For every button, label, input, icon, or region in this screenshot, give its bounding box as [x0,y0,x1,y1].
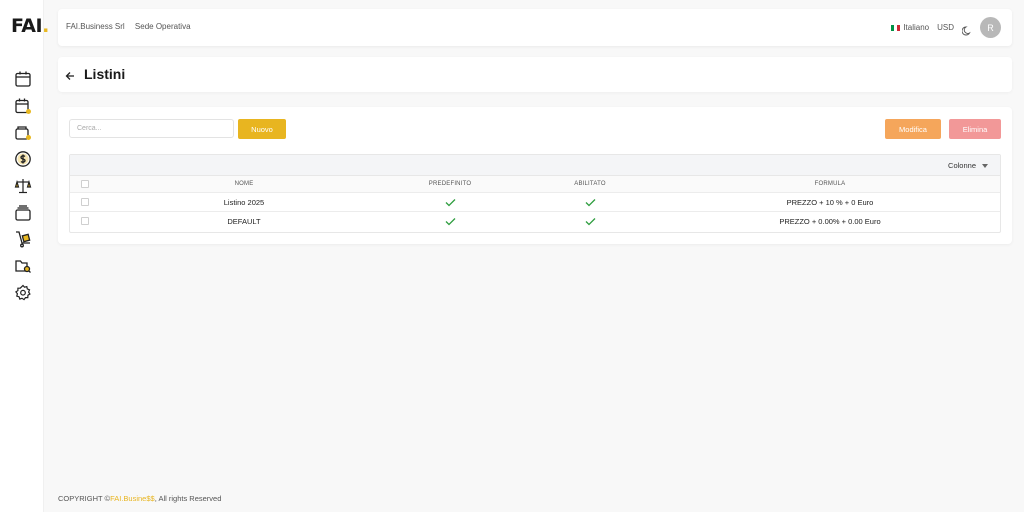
hand-truck-icon[interactable] [14,230,32,248]
dark-mode-icon[interactable] [961,23,972,35]
avatar[interactable]: R [980,17,1001,38]
footer: COPYRIGHT ©FAI.Busine$$, All rights Rese… [58,494,221,503]
scales-icon[interactable] [14,177,32,195]
cell-formula: PREZZO + 0.00% + 0.00 Euro [779,217,881,226]
table-row[interactable]: DEFAULT PREZZO + 0.00% + 0.00 Euro [70,212,1000,231]
gear-icon[interactable] [14,284,32,302]
logo-text: FAI [11,15,43,37]
search-input[interactable] [69,119,234,138]
row-checkbox[interactable] [81,198,89,206]
table-toolbar: Colonne [70,155,1000,176]
price-list-table: Colonne NOME PREDEFINITO ABILITATO FORMU… [69,154,1001,233]
check-icon [585,218,595,226]
dollar-coin-icon[interactable] [14,150,32,168]
copyright-suffix: , All rights Reserved [154,494,222,503]
cell-abilitato [530,193,650,211]
calendar-icon[interactable] [14,70,32,88]
stack-icon[interactable] [14,204,32,222]
cell-nome: Listino 2025 [223,197,265,207]
header-nome[interactable]: NOME [168,176,320,192]
footer-brand-link[interactable]: FAI.Busine$$ [110,494,155,503]
table-header: NOME PREDEFINITO ABILITATO FORMULA [70,176,1000,193]
columns-dropdown[interactable]: Colonne [948,161,988,170]
delete-button[interactable]: Elimina [949,119,1001,139]
sidebar: FAI. [0,0,49,512]
header-abilitato[interactable]: ABILITATO [530,176,650,192]
back-arrow-icon[interactable] [65,68,75,80]
header-formula[interactable]: FORMULA [730,176,930,192]
check-icon [445,218,455,226]
currency-selector[interactable]: USD [937,23,954,32]
calendar-edit-icon[interactable] [14,97,32,115]
language-selector[interactable]: Italiano [903,23,929,32]
new-button[interactable]: Nuovo [238,119,286,139]
breadcrumb: FAI.Business Srl Sede Operativa [66,22,199,31]
edit-button[interactable]: Modifica [885,119,941,139]
select-all-checkbox[interactable] [81,180,89,188]
title-bar: Listini [58,57,1012,92]
company-name[interactable]: FAI.Business Srl [66,22,125,31]
header-predefinito[interactable]: PREDEFINITO [390,176,510,192]
italy-flag-icon [891,24,901,31]
columns-label: Colonne [948,161,976,170]
cell-abilitato [530,212,650,231]
cell-predefinito [390,193,510,211]
topbar: FAI.Business Srl Sede Operativa Italiano… [58,9,1012,46]
caret-down-icon [982,163,988,168]
table-row[interactable]: Listino 2025 PREZZO + 10 % + 0 Euro [70,193,1000,212]
logo[interactable]: FAI. [11,15,49,37]
cell-formula: PREZZO + 10 % + 0 Euro [786,197,874,207]
topbar-right: Italiano USD R [891,17,1001,38]
row-checkbox[interactable] [81,217,89,225]
check-icon [585,198,595,206]
logo-dot: . [42,15,49,37]
price-lists-card: Nuovo Modifica Elimina Colonne NOME PRED… [58,107,1012,244]
cell-predefinito [390,212,510,231]
folder-search-icon[interactable] [14,257,32,275]
cell-nome: DEFAULT [227,217,261,226]
check-icon [445,198,455,206]
page-title: Listini [84,66,126,82]
location-name[interactable]: Sede Operativa [135,22,191,31]
copyright-prefix: COPYRIGHT © [58,494,111,503]
wallet-icon[interactable] [14,124,32,142]
